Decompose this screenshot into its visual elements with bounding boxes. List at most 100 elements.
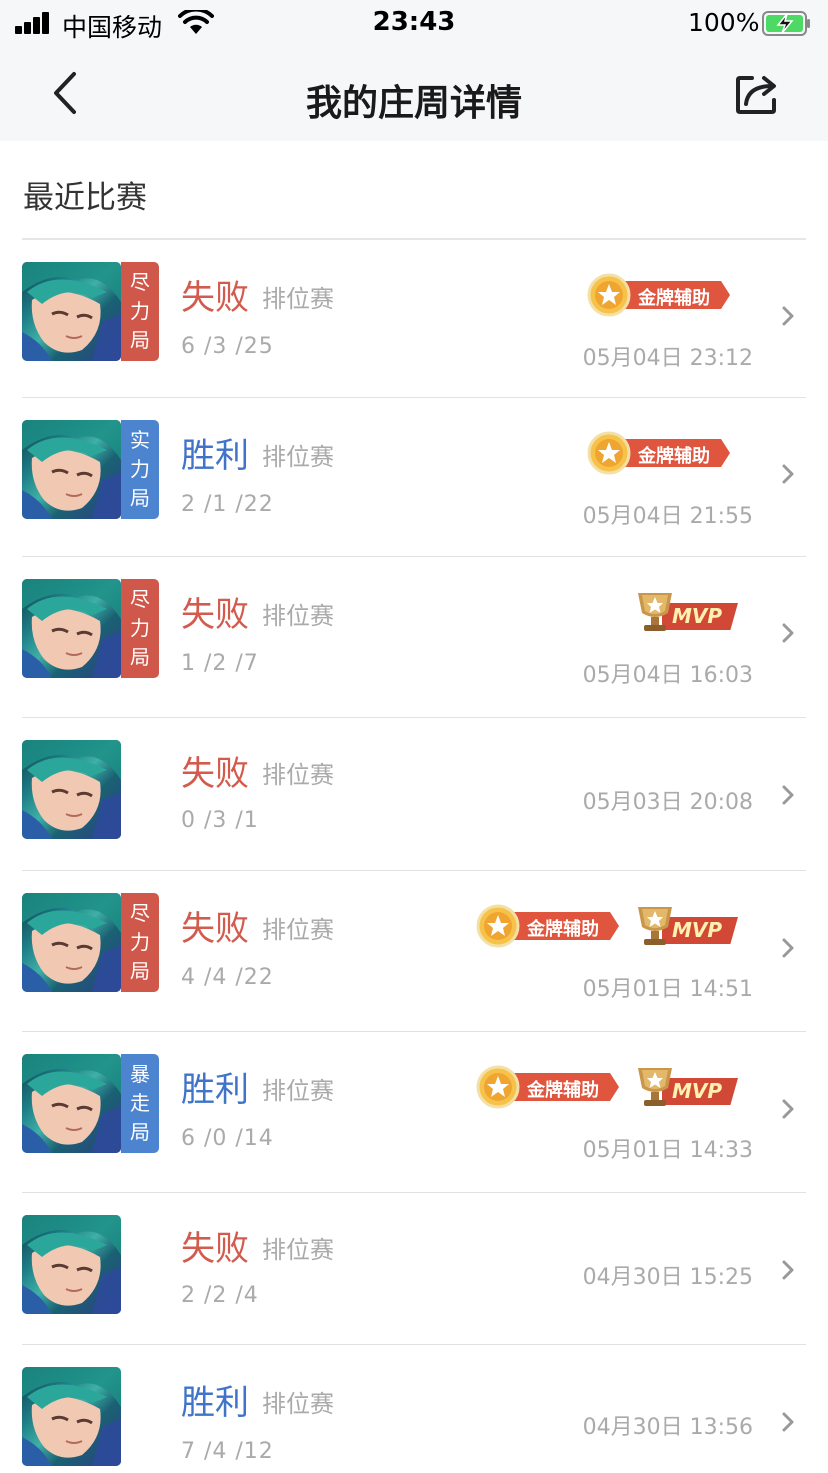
battery-charging-icon (762, 11, 810, 36)
chevron-right-icon[interactable] (780, 784, 796, 806)
gold-support-label: 金牌辅助 (638, 446, 710, 467)
star-medal-icon (476, 1065, 520, 1109)
kda-stats: 0 /3 /1 (181, 808, 259, 833)
chevron-right-icon[interactable] (780, 937, 796, 959)
match-datetime: 04月30日 15:25 (582, 1265, 753, 1290)
match-result: 胜利 (181, 1383, 249, 1423)
gold-support-badge: 金牌辅助 (475, 903, 625, 949)
mvp-badge: MVP (632, 1064, 742, 1110)
match-datetime: 05月04日 16:03 (582, 663, 753, 688)
performance-tag-char: 力 (130, 299, 150, 323)
performance-tag-char: 力 (130, 616, 150, 640)
mvp-label: MVP (672, 604, 723, 628)
performance-tag-char: 尽 (130, 901, 150, 925)
mvp-label: MVP (672, 1079, 723, 1103)
hero-avatar (22, 740, 121, 839)
chevron-right-icon[interactable] (780, 622, 796, 644)
performance-tag-char: 力 (130, 457, 150, 481)
hero-avatar (22, 1367, 121, 1466)
trophy-icon (638, 907, 672, 945)
match-mode: 排位赛 (262, 916, 334, 944)
performance-tag-char: 暴 (130, 1062, 150, 1086)
mvp-badge: MVP (632, 903, 742, 949)
match-result: 失败 (181, 595, 249, 635)
kda-stats: 6 /0 /14 (181, 1126, 274, 1151)
match-mode: 排位赛 (262, 1390, 334, 1418)
chevron-right-icon[interactable] (780, 305, 796, 327)
match-result: 失败 (181, 754, 249, 794)
match-result: 失败 (181, 909, 249, 949)
star-medal-icon (587, 273, 631, 317)
chevron-right-icon[interactable] (780, 1098, 796, 1120)
hero-avatar (22, 1054, 121, 1153)
gold-support-label: 金牌辅助 (527, 919, 599, 940)
kda-stats: 4 /4 /22 (181, 965, 274, 990)
match-row[interactable]: 胜利 排位赛 7 /4 /12 04月30日 13:56 (0, 1345, 828, 1473)
star-medal-icon (587, 431, 631, 475)
match-row[interactable]: 暴走局胜利 排位赛 6 /0 /14 05月01日 14:33 金牌辅助 MVP (0, 1032, 828, 1193)
match-row[interactable]: 尽力局失败 排位赛 6 /3 /25 05月04日 23:12 金牌辅助 (0, 240, 828, 398)
performance-tag: 实力局 (121, 420, 159, 519)
match-row[interactable]: 失败 排位赛 2 /2 /4 04月30日 15:25 (0, 1193, 828, 1345)
gold-support-badge: 金牌辅助 (475, 1064, 625, 1110)
performance-tag-char: 局 (130, 959, 150, 983)
performance-tag-char: 局 (130, 328, 150, 352)
kda-stats: 2 /2 /4 (181, 1283, 259, 1308)
match-mode: 排位赛 (262, 1077, 334, 1105)
match-datetime: 05月03日 20:08 (582, 790, 753, 815)
performance-tag-char: 局 (130, 1120, 150, 1144)
performance-tag-char: 走 (130, 1091, 150, 1115)
performance-tag: 尽力局 (121, 579, 159, 678)
performance-tag-char: 力 (130, 930, 150, 954)
share-icon[interactable] (732, 70, 784, 120)
trophy-icon (638, 593, 672, 631)
status-bar: 中国移动 23:43 100% (0, 0, 828, 50)
hero-avatar (22, 579, 121, 678)
page-title: 我的庄周详情 (305, 83, 522, 124)
mvp-label: MVP (672, 918, 723, 942)
chevron-right-icon[interactable] (780, 1259, 796, 1281)
star-medal-icon (476, 904, 520, 948)
gold-support-badge: 金牌辅助 (586, 430, 736, 476)
performance-tag-char: 局 (130, 645, 150, 669)
kda-stats: 7 /4 /12 (181, 1439, 274, 1464)
match-row[interactable]: 失败 排位赛 0 /3 /1 05月03日 20:08 (0, 718, 828, 871)
match-datetime: 05月01日 14:51 (582, 977, 753, 1002)
match-mode: 排位赛 (262, 761, 334, 789)
mvp-badge: MVP (632, 589, 742, 635)
match-result: 失败 (181, 278, 249, 318)
match-mode: 排位赛 (262, 602, 334, 630)
performance-tag: 尽力局 (121, 893, 159, 992)
chevron-right-icon[interactable] (780, 1411, 796, 1433)
match-result: 胜利 (181, 1070, 249, 1110)
match-row[interactable]: 尽力局失败 排位赛 4 /4 /22 05月01日 14:51 金牌辅助 MVP (0, 871, 828, 1032)
match-datetime: 04月30日 13:56 (582, 1415, 753, 1440)
performance-tag-char: 实 (130, 428, 150, 452)
match-datetime: 05月04日 21:55 (582, 504, 753, 529)
match-datetime: 05月01日 14:33 (582, 1138, 753, 1163)
match-row[interactable]: 尽力局失败 排位赛 1 /2 /7 05月04日 16:03 MVP (0, 557, 828, 718)
battery-percentage: 100% (688, 8, 760, 37)
performance-tag: 尽力局 (121, 262, 159, 361)
performance-tag: 暴走局 (121, 1054, 159, 1153)
hero-avatar (22, 1215, 121, 1314)
performance-tag-char: 尽 (130, 587, 150, 611)
gold-support-label: 金牌辅助 (527, 1080, 599, 1101)
kda-stats: 2 /1 /22 (181, 492, 274, 517)
performance-tag-char: 局 (130, 486, 150, 510)
match-datetime: 05月04日 23:12 (582, 346, 753, 371)
chevron-right-icon[interactable] (780, 463, 796, 485)
match-mode: 排位赛 (262, 443, 334, 471)
gold-support-badge: 金牌辅助 (586, 272, 736, 318)
hero-avatar (22, 893, 121, 992)
hero-avatar (22, 262, 121, 361)
match-mode: 排位赛 (262, 285, 334, 313)
match-row[interactable]: 实力局胜利 排位赛 2 /1 /22 05月04日 21:55 金牌辅助 (0, 398, 828, 557)
gold-support-label: 金牌辅助 (638, 288, 710, 309)
match-result: 胜利 (181, 436, 249, 476)
match-result: 失败 (181, 1229, 249, 1269)
navigation-bar: 我的庄周详情 (0, 50, 828, 141)
performance-tag-char: 尽 (130, 270, 150, 294)
match-mode: 排位赛 (262, 1236, 334, 1264)
trophy-icon (638, 1068, 672, 1106)
